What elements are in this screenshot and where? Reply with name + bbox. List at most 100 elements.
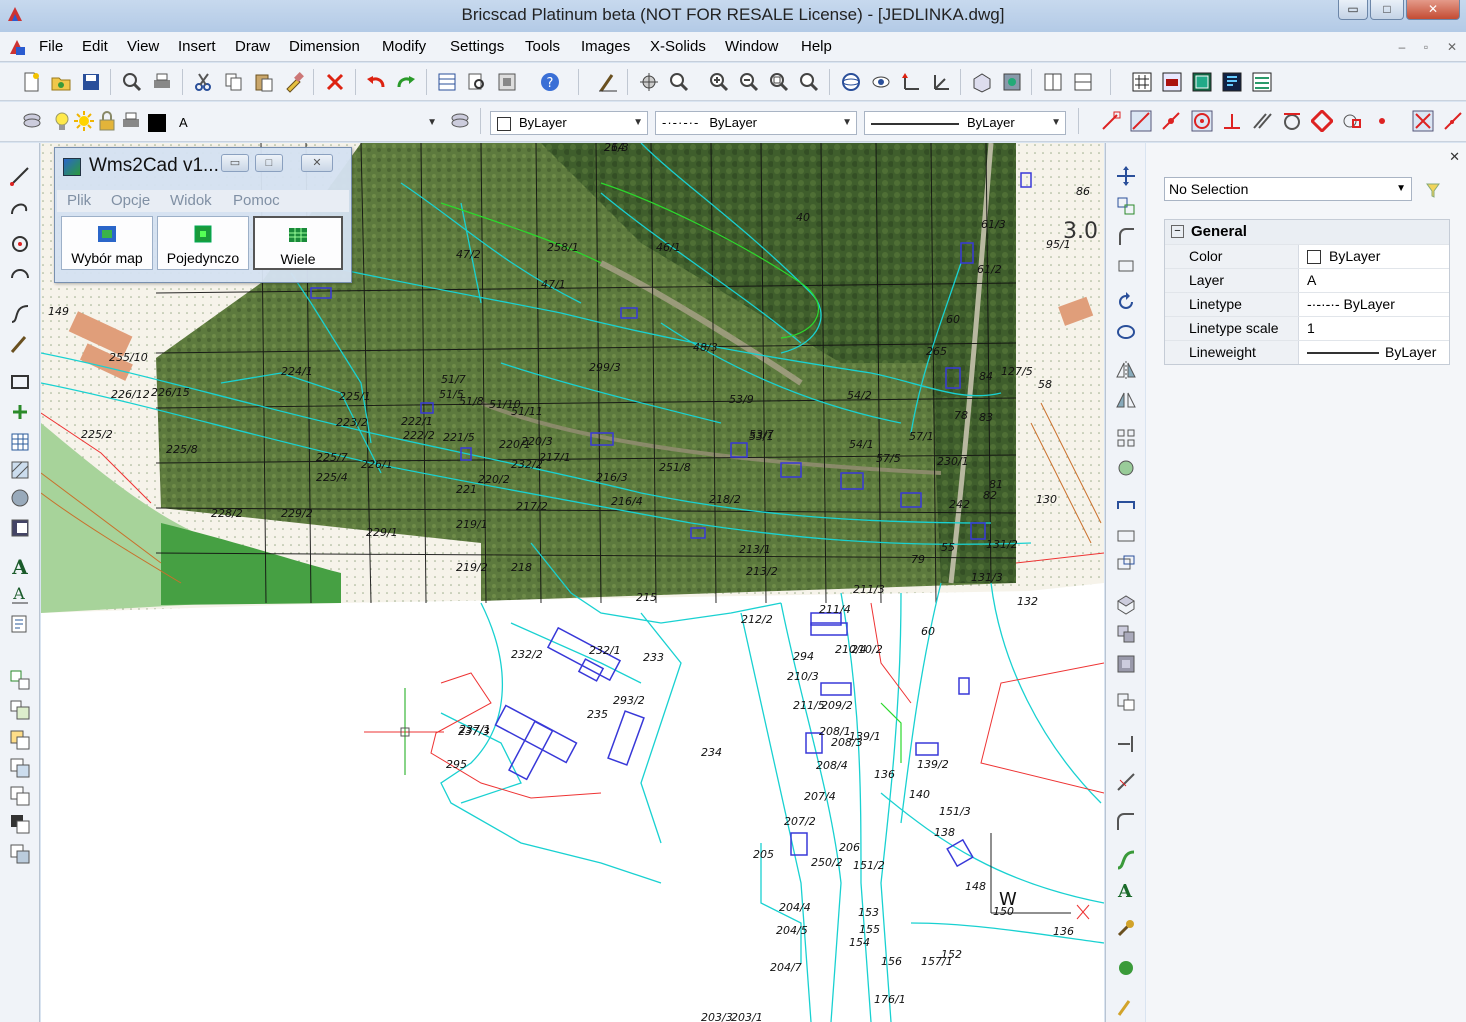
snap-perpendicular-icon[interactable] <box>1221 110 1243 132</box>
close-button[interactable]: ✕ <box>1406 0 1460 20</box>
stretch-icon[interactable] <box>1115 495 1137 517</box>
block-editor-icon[interactable] <box>9 843 31 865</box>
menu-edit[interactable]: Edit <box>82 38 108 55</box>
ucs-icon[interactable] <box>900 71 922 93</box>
zoom-realtime-icon[interactable] <box>668 71 690 93</box>
wms-map-icon[interactable] <box>1131 71 1153 93</box>
undo-icon[interactable] <box>365 71 387 93</box>
selection-combo[interactable]: No Selection ▼ <box>1164 177 1412 201</box>
collapse-icon[interactable]: − <box>1171 225 1184 238</box>
help-icon[interactable]: ? <box>539 71 561 93</box>
snap-tangent-icon[interactable] <box>1281 110 1303 132</box>
layer-combo[interactable]: A ▼ <box>172 111 442 135</box>
snap-insertion-icon[interactable] <box>1341 110 1363 132</box>
linetype-combo[interactable]: -·-·-·- ByLayer ▼ <box>655 111 857 135</box>
snap-node-icon[interactable] <box>1371 110 1393 132</box>
menu-view[interactable]: View <box>127 38 159 55</box>
property-row-linetype[interactable]: Linetype -·-·-·- ByLayer <box>1165 292 1449 316</box>
pojedynczo-button[interactable]: Pojedynczo <box>157 216 249 270</box>
layer-on-bulb-icon[interactable] <box>51 110 73 132</box>
minimize-button[interactable]: ▭ <box>1338 0 1368 20</box>
block-tool-icon[interactable] <box>9 669 31 691</box>
paste-icon[interactable] <box>253 71 275 93</box>
explorer-icon[interactable] <box>466 71 488 93</box>
delete-icon[interactable] <box>324 71 346 93</box>
quick-select-icon[interactable] <box>1422 179 1444 201</box>
explode-icon[interactable] <box>1115 457 1137 479</box>
arc-tool-icon[interactable] <box>9 263 31 285</box>
snap-center-icon[interactable] <box>1191 110 1213 132</box>
mdi-close-button[interactable]: ✕ <box>1442 38 1462 56</box>
insert-block-icon[interactable] <box>9 699 31 721</box>
freehand-tool-icon[interactable] <box>9 333 31 355</box>
property-row-linetype-scale[interactable]: Linetype scale 1 <box>1165 316 1449 340</box>
polyline-tool-icon[interactable] <box>9 195 31 217</box>
menu-draw[interactable]: Draw <box>235 38 270 55</box>
line-tool-icon[interactable] <box>9 165 31 187</box>
fillet-icon[interactable] <box>1115 225 1137 247</box>
zoom-in-icon[interactable] <box>708 71 730 93</box>
save-icon[interactable] <box>80 71 102 93</box>
attribute-tool-icon[interactable] <box>9 613 31 635</box>
new-icon[interactable] <box>20 71 42 93</box>
rectangle-tool-icon[interactable] <box>9 371 31 393</box>
edit-spline-icon[interactable] <box>1115 849 1137 871</box>
menu-file[interactable]: File <box>39 38 63 55</box>
menu-tools[interactable]: Tools <box>525 38 560 55</box>
text-tool-icon[interactable]: A <box>9 555 31 577</box>
move-icon[interactable] <box>1115 165 1137 187</box>
spline-tool-icon[interactable] <box>9 303 31 325</box>
print-icon[interactable] <box>151 71 173 93</box>
render-icon[interactable] <box>971 71 993 93</box>
hatch-tool-icon[interactable] <box>9 459 31 481</box>
copy-icon[interactable] <box>223 71 245 93</box>
clear-snaps-icon[interactable] <box>1412 110 1434 132</box>
ole-object-icon[interactable] <box>9 785 31 807</box>
mirror-3d-icon[interactable] <box>1115 389 1137 411</box>
wipeout-tool-icon[interactable] <box>9 517 31 539</box>
edit-image-icon[interactable] <box>1115 997 1137 1019</box>
edit-text-icon[interactable]: A <box>1115 879 1137 901</box>
lineweight-combo[interactable]: ByLayer ▼ <box>864 111 1066 135</box>
mdi-restore-button[interactable]: ▫ <box>1416 38 1436 56</box>
print-preview-icon[interactable] <box>121 71 143 93</box>
snap-nearest-icon[interactable] <box>1160 110 1182 132</box>
copy-entity-icon[interactable] <box>1115 195 1137 217</box>
chamfer-icon[interactable] <box>1115 253 1137 275</box>
layer-manager-icon[interactable] <box>21 110 43 132</box>
wms-info-icon[interactable] <box>1221 71 1243 93</box>
maximize-button[interactable]: □ <box>1370 0 1404 20</box>
tile-vertical-icon[interactable] <box>1042 71 1064 93</box>
color-combo[interactable]: ByLayer ▼ <box>490 111 648 135</box>
snap-toggle-icon[interactable] <box>1442 110 1464 132</box>
solid-box-icon[interactable] <box>1115 653 1137 675</box>
menu-dimension[interactable]: Dimension <box>289 38 360 55</box>
wms-table-icon[interactable] <box>1251 71 1273 93</box>
menu-modify[interactable]: Modify <box>382 38 426 55</box>
image-attach-icon[interactable] <box>9 757 31 779</box>
snap-quadrant-icon[interactable] <box>1311 110 1333 132</box>
single-line-text-icon[interactable]: A <box>9 583 31 605</box>
table-tool-icon[interactable] <box>9 431 31 453</box>
layers-dialog-icon[interactable] <box>436 71 458 93</box>
zoom-out-icon[interactable] <box>738 71 760 93</box>
general-group-header[interactable]: − General <box>1165 220 1449 244</box>
extend-icon[interactable] <box>1115 733 1137 755</box>
open-icon[interactable] <box>50 71 72 93</box>
menu-help[interactable]: Help <box>801 38 832 55</box>
extrude-icon[interactable] <box>1115 593 1137 615</box>
ucs-3point-icon[interactable] <box>930 71 952 93</box>
pan-icon[interactable] <box>638 71 660 93</box>
trim-icon[interactable] <box>1115 771 1137 793</box>
wms-maximize-button[interactable]: □ <box>255 154 283 172</box>
tile-horizontal-icon[interactable] <box>1072 71 1094 93</box>
match-properties-icon[interactable] <box>283 71 305 93</box>
region-tool-icon[interactable] <box>9 487 31 509</box>
wms-menu-plik[interactable]: Plik <box>67 192 91 209</box>
break-icon[interactable] <box>1115 691 1137 713</box>
layer-thaw-sun-icon[interactable] <box>73 110 95 132</box>
circle-tool-icon[interactable] <box>9 233 31 255</box>
redo-icon[interactable] <box>395 71 417 93</box>
edit-polyline-icon[interactable] <box>1115 811 1137 833</box>
properties-close-button[interactable]: ✕ <box>1449 149 1460 165</box>
